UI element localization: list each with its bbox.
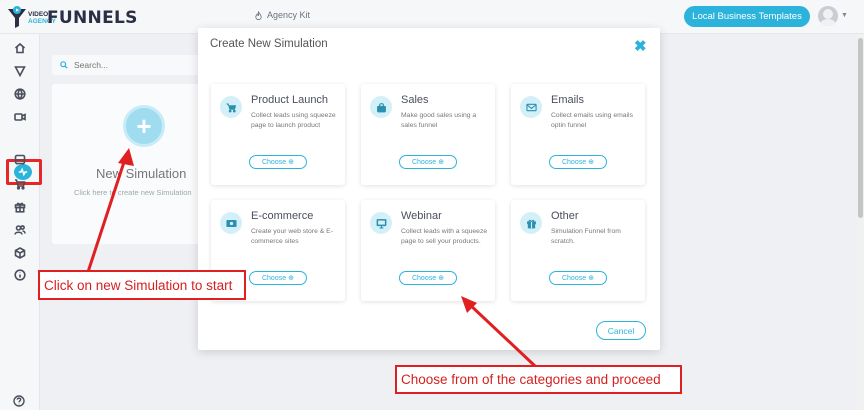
info-icon[interactable] — [12, 267, 28, 283]
card-title: E-commerce — [251, 210, 314, 222]
choose-button[interactable]: Choose ⊕ — [249, 155, 307, 169]
arrow-right-circle-icon: ⊕ — [288, 159, 294, 166]
cart-icon — [220, 96, 242, 118]
card-emails[interactable]: Emails Collect emails using emails optin… — [511, 84, 645, 185]
gift-icon[interactable] — [12, 199, 28, 215]
arrow-right-circle-icon: ⊕ — [588, 275, 594, 282]
agency-kit-link[interactable]: Agency Kit — [254, 10, 310, 20]
cart-icon[interactable] — [12, 176, 28, 192]
video-icon[interactable] — [12, 109, 28, 125]
fire-icon — [255, 10, 262, 20]
plus-icon[interactable]: + — [123, 105, 165, 147]
money-icon — [220, 212, 242, 234]
new-simulation-description: Click here to create new Simulation — [74, 188, 192, 197]
card-description: Collect leads using squeeze page to laun… — [251, 112, 336, 129]
choose-button[interactable]: Choose ⊕ — [549, 155, 607, 169]
bus-icon[interactable] — [12, 152, 28, 168]
globe-icon[interactable] — [12, 86, 28, 102]
choose-button[interactable]: Choose ⊕ — [549, 271, 607, 285]
card-description: Make good sales using a sales funnel — [401, 112, 477, 129]
home-icon[interactable] — [12, 40, 28, 56]
arrow-right-circle-icon: ⊕ — [288, 275, 294, 282]
scrollbar-thumb[interactable] — [858, 38, 863, 218]
avatar[interactable] — [818, 6, 838, 26]
create-simulation-modal: Create New Simulation ✖ Product Launch C… — [198, 28, 660, 350]
local-business-templates-button[interactable]: Local Business Templates — [684, 6, 810, 27]
scrollbar[interactable] — [857, 34, 864, 410]
cancel-button[interactable]: Cancel — [596, 321, 646, 340]
search-input[interactable] — [74, 60, 194, 70]
card-title: Webinar — [401, 210, 442, 222]
box-icon[interactable] — [12, 245, 28, 261]
modal-title: Create New Simulation — [210, 38, 328, 50]
card-title: Emails — [551, 94, 585, 106]
sidebar — [0, 34, 42, 410]
chevron-down-icon[interactable]: ▼ — [841, 12, 848, 19]
arrow-right-circle-icon: ⊕ — [438, 159, 444, 166]
mail-icon — [520, 96, 542, 118]
card-description: Simulation Funnel from scratch. — [551, 228, 621, 245]
annotation-choose: Choose from of the categories and procee… — [395, 365, 682, 394]
card-title: Other — [551, 210, 579, 222]
card-webinar[interactable]: Webinar Collect leads with a squeeze pag… — [361, 200, 495, 301]
bag-icon — [370, 96, 392, 118]
card-description: Create your web store & E-commerce sites — [251, 228, 333, 245]
users-icon[interactable] — [12, 222, 28, 238]
close-icon[interactable]: ✖ — [634, 37, 647, 55]
new-simulation-card[interactable]: + New Simulation Click here to create ne… — [52, 84, 202, 244]
annotation-start: Click on new Simulation to start — [38, 270, 246, 300]
search-box[interactable] — [52, 55, 202, 75]
choose-button[interactable]: Choose ⊕ — [399, 155, 457, 169]
choose-button[interactable]: Choose ⊕ — [399, 271, 457, 285]
monitor-icon — [370, 212, 392, 234]
search-icon — [60, 61, 68, 69]
gift-icon — [520, 212, 542, 234]
card-sales[interactable]: Sales Make good sales using a sales funn… — [361, 84, 495, 185]
card-description: Collect emails using emails optin funnel — [551, 112, 633, 129]
agency-kit-label: Agency Kit — [267, 10, 311, 20]
card-other[interactable]: Other Simulation Funnel from scratch. Ch… — [511, 200, 645, 301]
logo-title: FUNNELS — [47, 8, 138, 28]
funnel-icon[interactable] — [12, 63, 28, 79]
choose-button[interactable]: Choose ⊕ — [249, 271, 307, 285]
logo-funnel-icon — [6, 5, 28, 29]
card-title: Product Launch — [251, 94, 329, 106]
help-icon[interactable] — [13, 394, 25, 407]
new-simulation-title: New Simulation — [96, 166, 187, 181]
card-title: Sales — [401, 94, 429, 106]
app-logo[interactable]: VIDEO AGENCY FUNNELS — [6, 4, 137, 30]
card-description: Collect leads with a squeeze page to sel… — [401, 228, 488, 245]
card-product-launch[interactable]: Product Launch Collect leads using squee… — [211, 84, 345, 185]
arrow-right-circle-icon: ⊕ — [438, 275, 444, 282]
arrow-right-circle-icon: ⊕ — [588, 159, 594, 166]
